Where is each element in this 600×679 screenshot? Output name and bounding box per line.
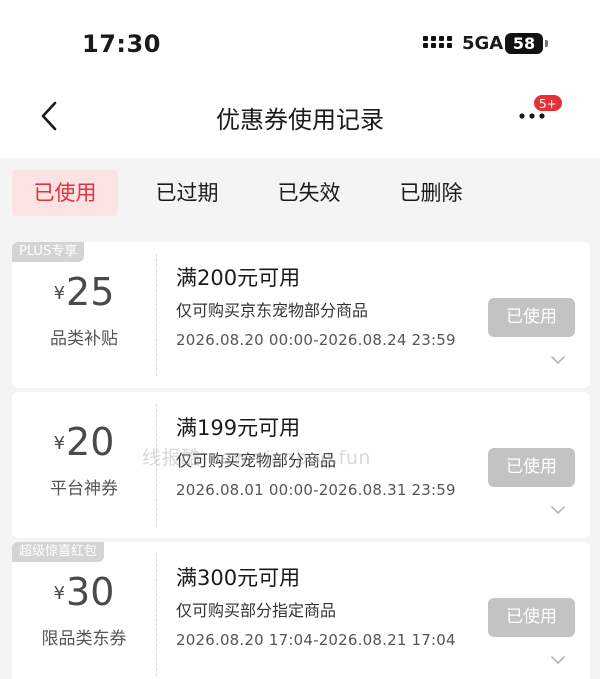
- coupon-scope: 仅可购买部分指定商品: [176, 601, 337, 620]
- coupon-condition: 满300元可用: [176, 566, 301, 590]
- currency-symbol: ¥: [53, 583, 66, 604]
- chevron-down-icon[interactable]: [551, 506, 565, 515]
- used-button[interactable]: 已使用: [488, 448, 575, 487]
- tab-expired[interactable]: 已过期: [134, 170, 240, 216]
- message-badge: 5+: [533, 94, 563, 112]
- tab-bar: 已使用 已过期 已失效 已删除: [0, 158, 600, 230]
- chevron-down-icon[interactable]: [551, 656, 565, 665]
- coupon-scope: 仅可购买京东宠物部分商品: [176, 301, 369, 320]
- tab-deleted[interactable]: 已删除: [378, 170, 484, 216]
- coupon-type: 平台神券: [50, 479, 118, 499]
- dashed-divider: [156, 254, 157, 376]
- tab-used[interactable]: 已使用: [12, 170, 118, 216]
- currency-symbol: ¥: [53, 433, 66, 454]
- network-type: 5GA: [462, 33, 504, 54]
- battery-icon: 58: [505, 33, 543, 54]
- battery-cap: [545, 40, 548, 47]
- coupon-tag: PLUS专享: [12, 242, 85, 262]
- coupon-amount: ¥25: [12, 270, 156, 314]
- coupon-condition: 满200元可用: [176, 266, 301, 290]
- coupon-period: 2026.08.20 17:04-2026.08.21 17:04: [176, 631, 456, 649]
- signal-icon: [423, 36, 452, 48]
- coupon-period: 2026.08.20 00:00-2026.08.24 23:59: [176, 331, 456, 349]
- tab-invalid[interactable]: 已失效: [256, 170, 362, 216]
- status-time: 17:30: [82, 30, 161, 58]
- coupon-amount: ¥30: [12, 570, 156, 614]
- used-button[interactable]: 已使用: [488, 298, 575, 337]
- amount-value: 20: [66, 420, 115, 464]
- amount-value: 30: [66, 570, 115, 614]
- amount-value: 25: [66, 270, 115, 314]
- coupon-card[interactable]: 超级惊喜红包 ¥30 限品类东券 满300元可用 仅可购买部分指定商品 2026…: [12, 542, 590, 679]
- chevron-down-icon[interactable]: [551, 356, 565, 365]
- dashed-divider: [156, 554, 157, 676]
- coupon-tag: 超级惊喜红包: [12, 542, 105, 562]
- coupon-card[interactable]: PLUS专享 ¥25 品类补贴 满200元可用 仅可购买京东宠物部分商品 202…: [12, 242, 590, 388]
- watermark: 线报酷-new.xianbao.fun: [142, 447, 371, 469]
- nav-bar: 优惠券使用记录 5+: [0, 86, 600, 158]
- coupon-type: 品类补贴: [50, 329, 118, 349]
- status-bar: 17:30 5GA 58: [0, 0, 600, 86]
- coupon-condition: 满199元可用: [176, 416, 301, 440]
- used-button[interactable]: 已使用: [488, 598, 575, 637]
- coupon-type: 限品类东券: [41, 629, 127, 649]
- coupon-amount: ¥20: [12, 420, 156, 464]
- currency-symbol: ¥: [53, 283, 66, 304]
- page-title: 优惠券使用记录: [216, 106, 384, 134]
- coupon-period: 2026.08.01 00:00-2026.08.31 23:59: [176, 481, 456, 499]
